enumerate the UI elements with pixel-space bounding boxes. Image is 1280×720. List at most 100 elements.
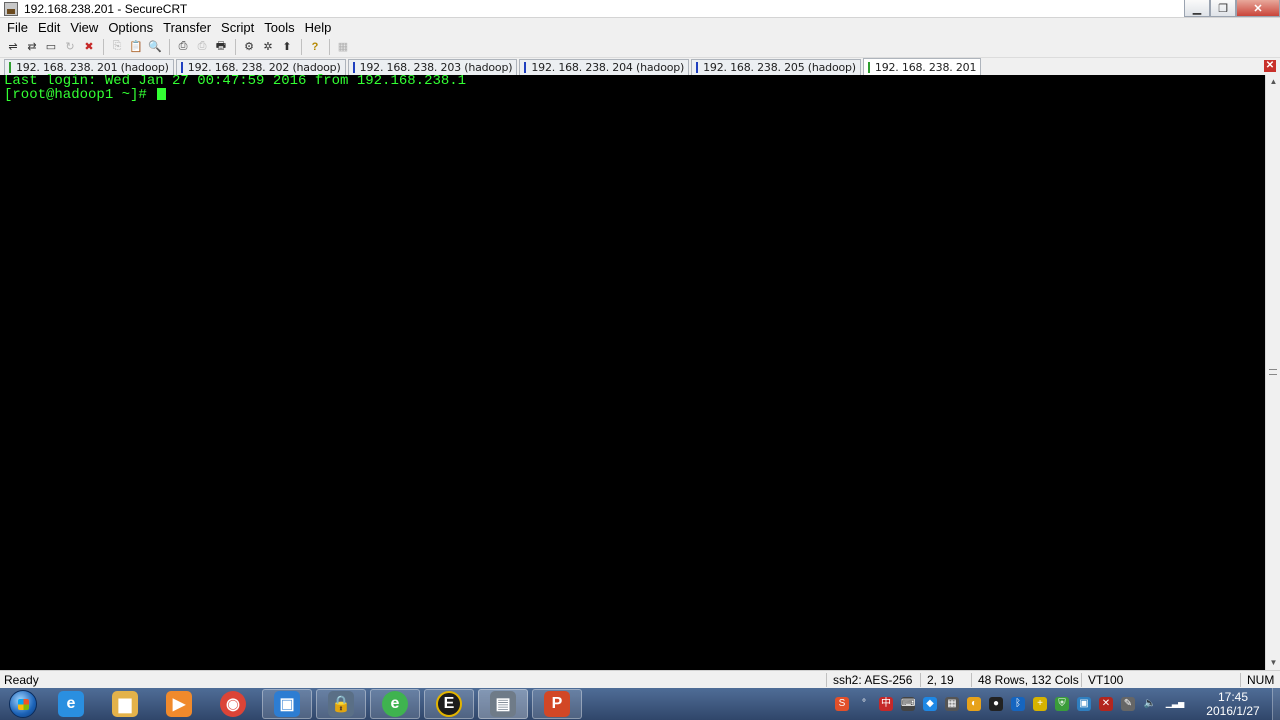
- toolbar: ⇌ ⇄ ▭ ↻ ✖ ⎘ 📋 🔍 ⎙ ⎙ 🖶 ⚙ ✲ ⬆ ? ▦: [0, 36, 1280, 58]
- connect-icon[interactable]: ⇌: [4, 38, 22, 56]
- menu-file[interactable]: File: [2, 20, 33, 35]
- status-bar: Ready ssh2: AES-256 2, 19 48 Rows, 132 C…: [0, 670, 1280, 688]
- session-tab[interactable]: 192. 168. 238. 204 (hadoop): [519, 59, 690, 75]
- reconnect-icon[interactable]: ↻: [61, 38, 79, 56]
- menu-tools[interactable]: Tools: [259, 20, 299, 35]
- taskbar-powerpoint[interactable]: P: [532, 689, 582, 719]
- status-cursor-position: 2, 19: [920, 673, 970, 687]
- clock[interactable]: 17:45 2016/1/27: [1196, 690, 1270, 718]
- punctuation-icon[interactable]: °: [857, 697, 871, 711]
- help-icon[interactable]: ?: [306, 38, 324, 56]
- start-button[interactable]: [4, 688, 42, 720]
- taskbar-internet-explorer[interactable]: e: [46, 689, 96, 719]
- signal-icon[interactable]: ▁▃▅: [1165, 697, 1185, 711]
- windows-icon[interactable]: ▦: [945, 697, 959, 711]
- print-selection-icon[interactable]: ⎙: [193, 38, 211, 56]
- chrome-icon: ◉: [220, 691, 246, 717]
- terminal-prompt: [root@hadoop1 ~]#: [4, 87, 156, 103]
- terminal-screen[interactable]: Last login: Wed Jan 27 00:47:59 2016 fro…: [0, 74, 1265, 670]
- keymap-icon[interactable]: ⬆: [278, 38, 296, 56]
- session-tab-active[interactable]: 192. 168. 238. 201: [862, 58, 982, 75]
- taskbar-file-explorer[interactable]: ▆: [100, 689, 150, 719]
- tab-status-indicator: [9, 62, 11, 73]
- global-options-icon[interactable]: ✲: [259, 38, 277, 56]
- show-desktop-button[interactable]: [1272, 688, 1280, 720]
- toolbar-separator: [329, 38, 330, 55]
- taskbar-securecrt[interactable]: ▤: [478, 689, 528, 719]
- editor-icon: E: [436, 691, 462, 717]
- disconnect-icon[interactable]: ✖: [80, 38, 98, 56]
- menu-help[interactable]: Help: [300, 20, 337, 35]
- tab-label: 192. 168. 238. 201: [874, 60, 977, 74]
- printer-icon[interactable]: 🖶: [212, 38, 230, 56]
- quick-connect-icon[interactable]: ⇄: [23, 38, 41, 56]
- tab-status-indicator: [180, 62, 183, 73]
- ime-icon[interactable]: S: [835, 697, 849, 711]
- pen-icon[interactable]: ✎: [1121, 697, 1135, 711]
- powerpoint-icon: P: [544, 691, 570, 717]
- scroll-grip[interactable]: [1269, 369, 1277, 375]
- menu-options[interactable]: Options: [103, 20, 158, 35]
- tab-status-indicator: [696, 62, 699, 73]
- terminal-scrollbar[interactable]: ▲ ▼: [1265, 75, 1280, 670]
- session-tab[interactable]: 192. 168. 238. 205 (hadoop): [691, 59, 861, 75]
- shield-icon[interactable]: ◆: [923, 697, 937, 711]
- plus-icon[interactable]: +: [1033, 697, 1047, 711]
- virtual-machine-icon: ▣: [274, 691, 300, 717]
- sftp-icon[interactable]: ▦: [334, 38, 352, 56]
- browser-icon: e: [382, 691, 408, 717]
- toolbar-separator: [301, 38, 302, 55]
- taskbar: e ▆ ▶ ◉ ▣ 🔒 e E ▤ P S ° 中 ⌨ ◆ ▦ ◐ ● ᛒ + …: [0, 688, 1280, 720]
- chinese-input-icon[interactable]: 中: [879, 697, 893, 711]
- keyboard-icon[interactable]: ⌨: [901, 697, 915, 711]
- tab-label: 192. 168. 238. 205 (hadoop): [703, 61, 856, 74]
- qq-icon[interactable]: ●: [989, 697, 1003, 711]
- status-num-lock: NUM: [1240, 673, 1280, 687]
- taskbar-chrome[interactable]: ◉: [208, 689, 258, 719]
- menu-script[interactable]: Script: [216, 20, 259, 35]
- print-icon[interactable]: ⎙: [174, 38, 192, 56]
- bluetooth-icon[interactable]: ᛒ: [1011, 697, 1025, 711]
- status-protocol: ssh2: AES-256: [826, 673, 912, 687]
- taskbar-security-tool[interactable]: 🔒: [316, 689, 366, 719]
- find-icon[interactable]: 🔍: [146, 38, 164, 56]
- remove-device-icon[interactable]: ✕: [1099, 697, 1113, 711]
- monitor-icon[interactable]: ◐: [967, 697, 981, 711]
- taskbar-editor[interactable]: E: [424, 689, 474, 719]
- media-player-icon: ▶: [166, 691, 192, 717]
- scroll-down-arrow[interactable]: ▼: [1266, 656, 1280, 670]
- title-bar: 192.168.238.201 - SecureCRT ▁ ❐ ✕: [0, 0, 1280, 18]
- paste-icon[interactable]: 📋: [127, 38, 145, 56]
- toolbar-separator: [235, 38, 236, 55]
- connect-in-tab-icon[interactable]: ▭: [42, 38, 60, 56]
- securecrt-app-icon[interactable]: [4, 1, 18, 16]
- minimize-button[interactable]: ▁: [1184, 0, 1210, 17]
- window-title: 192.168.238.201 - SecureCRT: [24, 1, 188, 16]
- volume-icon[interactable]: 🔈: [1143, 697, 1157, 711]
- folder-icon: ▆: [112, 691, 138, 717]
- menu-view[interactable]: View: [65, 20, 103, 35]
- toolbar-separator: [103, 38, 104, 55]
- menu-edit[interactable]: Edit: [33, 20, 65, 35]
- tab-status-indicator: [867, 61, 870, 73]
- taskbar-virtual-machine[interactable]: ▣: [262, 689, 312, 719]
- copy-icon[interactable]: ⎘: [108, 38, 126, 56]
- status-terminal-size: 48 Rows, 132 Cols: [971, 673, 1079, 687]
- restore-button[interactable]: ❐: [1210, 0, 1236, 17]
- taskbar-browser[interactable]: e: [370, 689, 420, 719]
- toolbar-separator: [169, 38, 170, 55]
- close-tab-button[interactable]: ✕: [1264, 60, 1276, 72]
- scroll-up-arrow[interactable]: ▲: [1266, 75, 1280, 89]
- defender-icon[interactable]: ⛨: [1055, 697, 1069, 711]
- tab-label: 192. 168. 238. 204 (hadoop): [531, 61, 685, 74]
- taskbar-media-player[interactable]: ▶: [154, 689, 204, 719]
- securecrt-icon: ▤: [490, 691, 516, 717]
- clock-date: 2016/1/27: [1206, 704, 1260, 718]
- session-options-icon[interactable]: ⚙: [240, 38, 258, 56]
- terminal-prompt-line: [root@hadoop1 ~]#: [4, 87, 1261, 103]
- menu-transfer[interactable]: Transfer: [158, 20, 216, 35]
- network-device-icon[interactable]: ▣: [1077, 697, 1091, 711]
- system-tray: S ° 中 ⌨ ◆ ▦ ◐ ● ᛒ + ⛨ ▣ ✕ ✎ 🔈 ▁▃▅: [835, 688, 1193, 720]
- close-button[interactable]: ✕: [1236, 0, 1280, 17]
- internet-explorer-icon: e: [58, 691, 84, 717]
